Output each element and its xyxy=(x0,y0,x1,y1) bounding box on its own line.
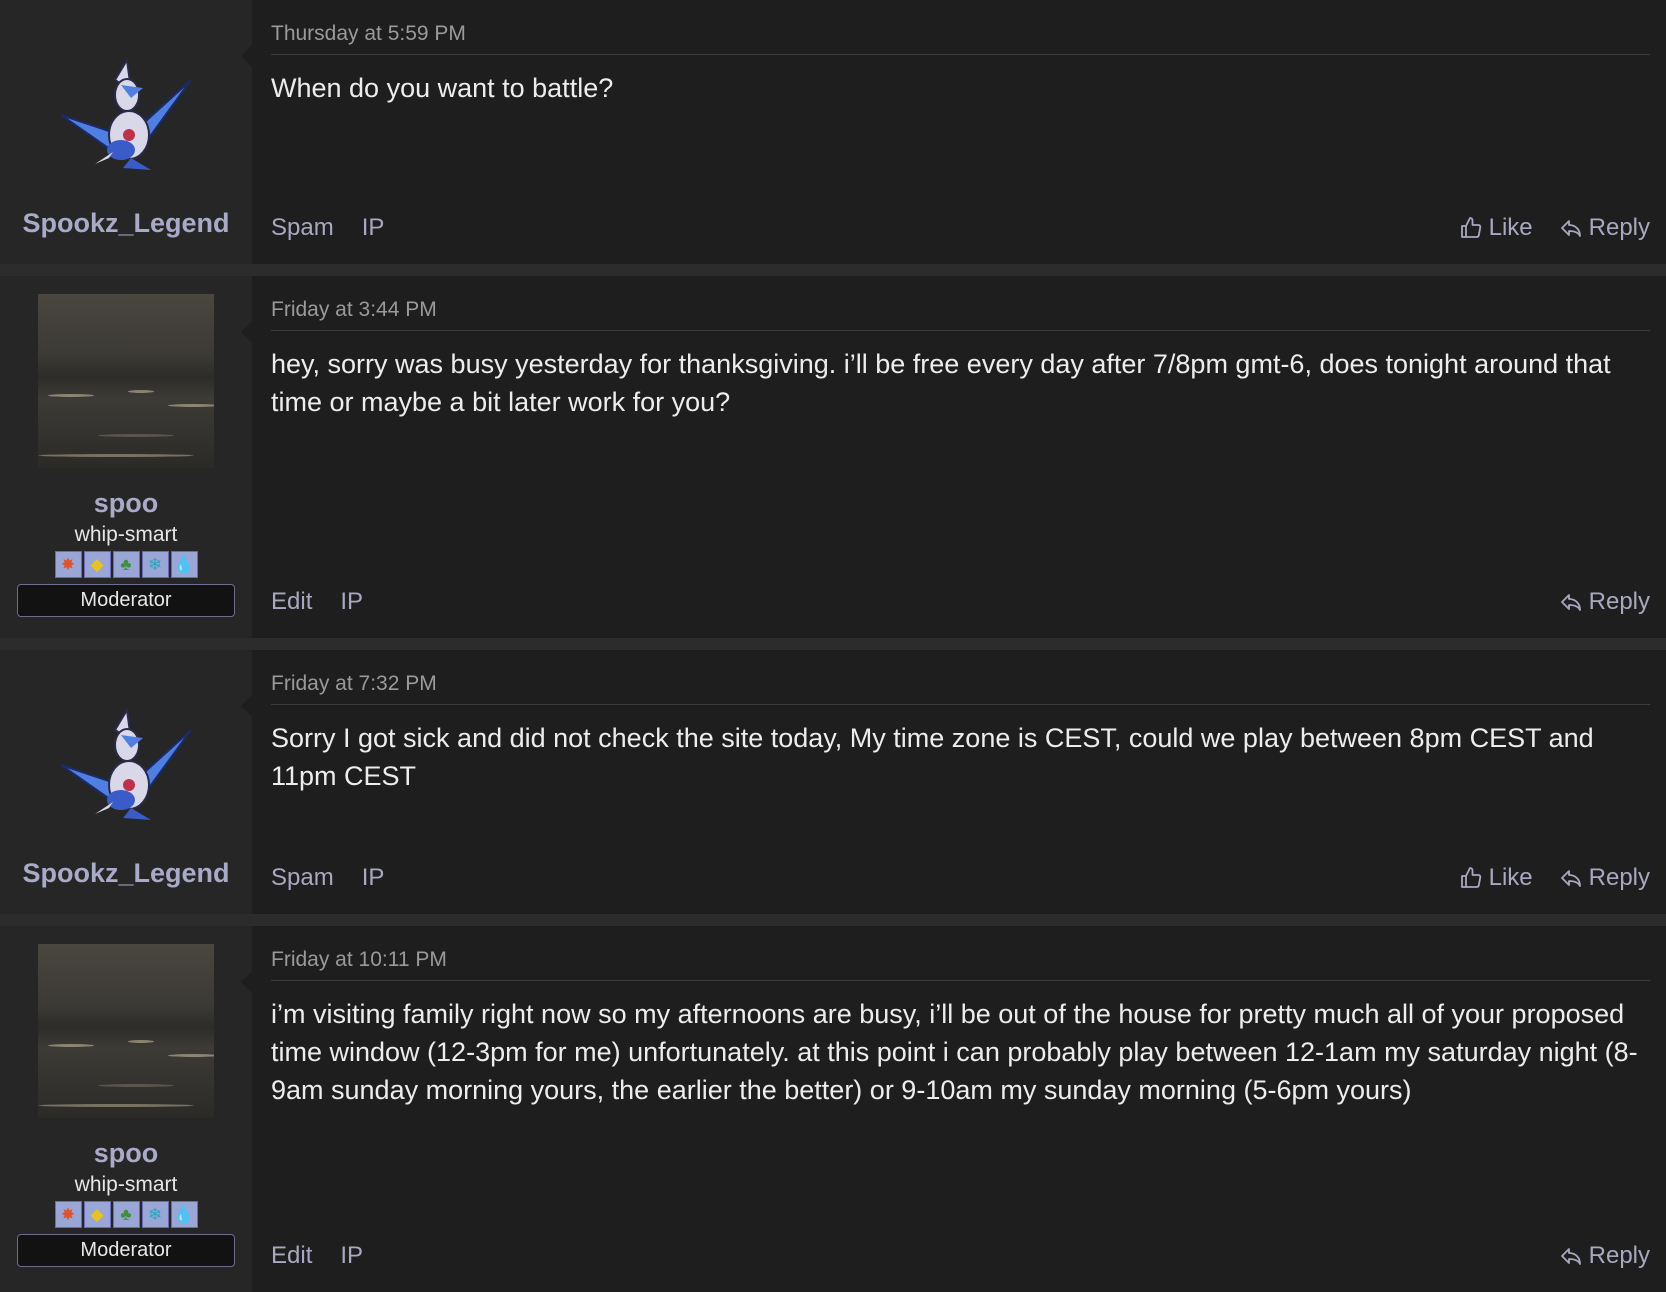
post-body: Sorry I got sick and did not check the s… xyxy=(271,723,1594,791)
like-button[interactable]: Like xyxy=(1459,214,1533,242)
post-body: i’m visiting family right now so my afte… xyxy=(271,999,1638,1105)
electric-type-icon: ◆ xyxy=(83,1201,111,1228)
moderator-banner: Moderator xyxy=(17,1234,235,1267)
username[interactable]: spoo xyxy=(94,1138,159,1169)
reply-button[interactable]: Reply xyxy=(1559,214,1650,242)
post-timestamp[interactable]: Friday at 10:11 PM xyxy=(271,948,1650,981)
water-type-icon: 💧 xyxy=(170,1201,198,1228)
reply-label: Reply xyxy=(1588,588,1650,615)
user-panel: Spookz_Legend xyxy=(0,650,253,914)
edit-button[interactable]: Edit xyxy=(271,1242,312,1270)
post-actions: Spam IP Like Reply xyxy=(271,864,1650,892)
user-panel: spoo whip-smart ✸ ◆ ♣ ❄ 💧 Moderator xyxy=(0,276,253,638)
ocean-avatar[interactable] xyxy=(38,944,214,1118)
user-title: whip-smart xyxy=(74,1173,178,1196)
latios-avatar[interactable] xyxy=(51,690,201,830)
like-button[interactable]: Like xyxy=(1459,864,1533,892)
reply-button[interactable]: Reply xyxy=(1559,1242,1650,1270)
post-actions: Edit IP Reply xyxy=(271,1242,1650,1270)
post: Spookz_Legend Friday at 7:32 PM Sorry I … xyxy=(0,650,1666,914)
like-label: Like xyxy=(1488,864,1533,891)
reply-label: Reply xyxy=(1588,1242,1650,1269)
like-label: Like xyxy=(1488,214,1533,241)
water-type-icon: 💧 xyxy=(170,551,198,578)
message-panel: Friday at 7:32 PM Sorry I got sick and d… xyxy=(252,650,1666,914)
spam-button[interactable]: Spam xyxy=(271,864,334,892)
fire-type-icon: ✸ xyxy=(54,551,82,578)
user-panel: spoo whip-smart ✸ ◆ ♣ ❄ 💧 Moderator xyxy=(0,926,253,1292)
reply-button[interactable]: Reply xyxy=(1559,588,1650,616)
thumbs-up-icon xyxy=(1460,867,1481,888)
moderator-banner: Moderator xyxy=(17,584,235,617)
type-badges: ✸ ◆ ♣ ❄ 💧 xyxy=(54,1201,198,1228)
user-title: whip-smart xyxy=(74,523,178,546)
post-timestamp[interactable]: Thursday at 5:59 PM xyxy=(271,22,1650,55)
reply-icon xyxy=(1560,1248,1581,1265)
post-body: When do you want to battle? xyxy=(271,73,614,103)
latios-avatar[interactable] xyxy=(51,40,201,180)
ice-type-icon: ❄ xyxy=(141,1201,169,1228)
post: spoo whip-smart ✸ ◆ ♣ ❄ 💧 Moderator Frid… xyxy=(0,276,1666,638)
reply-icon xyxy=(1560,594,1581,611)
message-panel: Friday at 10:11 PM i’m visiting family r… xyxy=(252,926,1666,1292)
grass-type-icon: ♣ xyxy=(112,1201,140,1228)
spam-button[interactable]: Spam xyxy=(271,214,334,242)
ip-button[interactable]: IP xyxy=(362,214,385,242)
post-actions: Spam IP Like Reply xyxy=(271,214,1650,242)
electric-type-icon: ◆ xyxy=(83,551,111,578)
post: spoo whip-smart ✸ ◆ ♣ ❄ 💧 Moderator Frid… xyxy=(0,926,1666,1292)
post-body: hey, sorry was busy yesterday for thanks… xyxy=(271,349,1611,417)
reply-icon xyxy=(1560,220,1581,237)
username[interactable]: Spookz_Legend xyxy=(22,858,229,889)
post-timestamp[interactable]: Friday at 3:44 PM xyxy=(271,298,1650,331)
edit-button[interactable]: Edit xyxy=(271,588,312,616)
username[interactable]: Spookz_Legend xyxy=(22,208,229,239)
post-actions: Edit IP Reply xyxy=(271,588,1650,616)
reply-icon xyxy=(1560,870,1581,887)
post: Spookz_Legend Thursday at 5:59 PM When d… xyxy=(0,0,1666,264)
grass-type-icon: ♣ xyxy=(112,551,140,578)
reply-label: Reply xyxy=(1588,214,1650,241)
reply-button[interactable]: Reply xyxy=(1559,864,1650,892)
ip-button[interactable]: IP xyxy=(362,864,385,892)
ip-button[interactable]: IP xyxy=(340,1242,363,1270)
fire-type-icon: ✸ xyxy=(54,1201,82,1228)
ocean-avatar[interactable] xyxy=(38,294,214,468)
message-panel: Thursday at 5:59 PM When do you want to … xyxy=(252,0,1666,264)
message-panel: Friday at 3:44 PM hey, sorry was busy ye… xyxy=(252,276,1666,638)
reply-label: Reply xyxy=(1588,864,1650,891)
ice-type-icon: ❄ xyxy=(141,551,169,578)
user-panel: Spookz_Legend xyxy=(0,0,253,264)
post-timestamp[interactable]: Friday at 7:32 PM xyxy=(271,672,1650,705)
username[interactable]: spoo xyxy=(94,488,159,519)
message-thread: Spookz_Legend Thursday at 5:59 PM When d… xyxy=(0,0,1666,1292)
type-badges: ✸ ◆ ♣ ❄ 💧 xyxy=(54,551,198,578)
thumbs-up-icon xyxy=(1460,217,1481,238)
ip-button[interactable]: IP xyxy=(340,588,363,616)
